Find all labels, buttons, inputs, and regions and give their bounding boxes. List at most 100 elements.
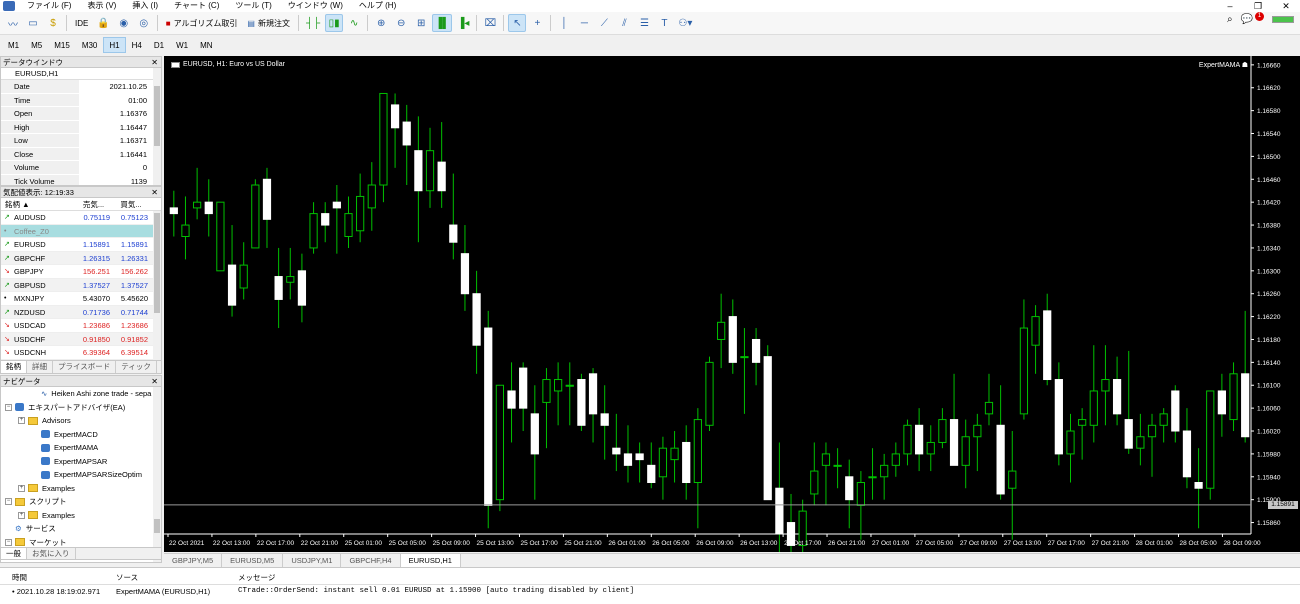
cursor-icon[interactable]: ↖ xyxy=(508,14,527,32)
close-icon[interactable]: ✕ xyxy=(151,57,158,68)
community-icon[interactable]: ◉ xyxy=(115,14,133,32)
menu-file[interactable]: ファイル (F) xyxy=(19,0,79,12)
expand-icon[interactable]: + xyxy=(18,484,25,492)
chart-tab[interactable]: EURUSD,H1 xyxy=(400,554,461,567)
navigator-item[interactable]: ⚙ サービス xyxy=(1,522,161,536)
restore-icon[interactable]: ❐ xyxy=(1244,0,1272,12)
column-ask[interactable]: 買気... xyxy=(112,198,150,210)
column-message[interactable]: メッセージ xyxy=(238,571,1300,584)
navigator-item[interactable]: ExpertMAMA xyxy=(1,441,161,455)
quote-row[interactable]: ↗ AUDUSD 0.75119 0.75123 xyxy=(1,211,161,225)
scrollbar[interactable] xyxy=(153,68,161,185)
tab-1[interactable]: 詳細 xyxy=(27,361,53,373)
nav-tab-1[interactable]: お気に入り xyxy=(27,548,76,559)
menu-help[interactable]: ヘルプ (H) xyxy=(351,0,404,12)
chart-type-icon[interactable]: 〰 xyxy=(4,14,22,32)
quote-row[interactable]: ↘ USDCHF 0.91850 0.91852 xyxy=(1,332,161,346)
gold-bar-icon[interactable]: $ xyxy=(44,14,62,32)
expand-icon[interactable]: − xyxy=(5,403,12,411)
navigator-item[interactable]: ExpertMACD xyxy=(1,428,161,442)
navigator-item[interactable]: ExpertMAPSARSizeOptim xyxy=(1,468,161,482)
close-icon[interactable]: ✕ xyxy=(151,187,158,198)
close-icon[interactable]: ✕ xyxy=(151,376,158,387)
horizontal-line-icon[interactable]: ─ xyxy=(575,14,593,32)
nav-tab-0[interactable]: 一般 xyxy=(1,548,27,559)
navigator-item[interactable]: − スクリプト xyxy=(1,495,161,509)
column-symbol[interactable]: 銘柄 ▲ xyxy=(1,198,75,210)
tile-windows-icon[interactable]: ⊞ xyxy=(412,14,430,32)
tab-3[interactable]: ティック xyxy=(116,361,157,373)
chart-tab[interactable]: GBPJPY,M5 xyxy=(164,554,223,567)
quote-row[interactable]: ↗ GBPUSD 1.37527 1.37527 xyxy=(1,278,161,292)
menu-tools[interactable]: ツール (T) xyxy=(227,0,279,12)
channel-icon[interactable]: ⫽ xyxy=(615,14,633,32)
quote-row[interactable]: ↘ USDCAD 1.23686 1.23686 xyxy=(1,319,161,333)
quote-row[interactable]: ↘ USDCNH 6.39364 6.39514 xyxy=(1,346,161,360)
chart-tab[interactable]: EURUSD,M5 xyxy=(222,554,284,567)
algo-trading-button[interactable]: ■ アルゴリズム取引 xyxy=(162,14,242,32)
quote-row[interactable]: ↗ GBPCHF 1.26315 1.26331 xyxy=(1,251,161,265)
search-icon[interactable]: ⌕ xyxy=(1227,14,1233,25)
price-chart[interactable]: 1.16660 1.16620 1.16580 1.16540 1.16500 1.164… xyxy=(164,56,1300,552)
expand-icon[interactable]: + xyxy=(18,417,25,425)
screenshot-icon[interactable]: ⌧ xyxy=(481,14,499,32)
bar-chart-icon[interactable]: ┤├ xyxy=(303,14,323,32)
menu-chart[interactable]: チャート (C) xyxy=(166,0,227,12)
navigator-item[interactable]: + Examples xyxy=(1,509,161,523)
quote-row[interactable]: • Coffee_Z0 xyxy=(1,224,161,238)
timeframe-m5[interactable]: M5 xyxy=(25,37,48,53)
timeframe-d1[interactable]: D1 xyxy=(148,37,170,53)
menu-insert[interactable]: 挿入 (I) xyxy=(124,0,166,12)
lock-icon[interactable]: 🔒 xyxy=(94,14,112,32)
column-time[interactable]: 時間 xyxy=(0,571,116,584)
tab-2[interactable]: プライスボード xyxy=(53,361,117,373)
timeframe-h4[interactable]: H4 xyxy=(126,37,148,53)
quote-row[interactable]: • MXNJPY 5.43070 5.45620 xyxy=(1,292,161,306)
quote-row[interactable]: ↘ GBPJPY 156.251 156.262 xyxy=(1,265,161,279)
close-icon[interactable]: ✕ xyxy=(1272,0,1300,12)
candlestick-icon[interactable]: ▯▮ xyxy=(325,14,344,32)
tab-0[interactable]: 銘柄 xyxy=(1,361,27,373)
timeframe-m30[interactable]: M30 xyxy=(76,37,104,53)
expand-icon[interactable]: − xyxy=(5,538,12,546)
timeframe-h1[interactable]: H1 xyxy=(103,37,126,53)
quote-row[interactable]: ↗ EURUSD 1.15891 1.15891 xyxy=(1,238,161,252)
new-order-button[interactable]: ▤ 新規注文 xyxy=(243,14,294,32)
scrollbar[interactable] xyxy=(153,211,161,360)
log-row[interactable]: • 2021.10.28 18:19:02.971 ExpertMAMA (EUR… xyxy=(0,585,1300,598)
navigator-item[interactable]: ∿ Heiken Ashi zone trade - sepa xyxy=(1,387,161,401)
signals-icon[interactable]: ◎ xyxy=(135,14,153,32)
zoom-in-icon[interactable]: ⊕ xyxy=(372,14,390,32)
shapes-icon[interactable]: ⚇▾ xyxy=(675,14,695,32)
trendline-icon[interactable]: ⟋ xyxy=(595,14,613,32)
timeframe-mn[interactable]: MN xyxy=(194,37,218,53)
chart-shift-icon[interactable]: ▐◂ xyxy=(454,14,472,32)
ide-button[interactable]: IDE xyxy=(71,14,92,32)
chart-tab[interactable]: USDJPY,M1 xyxy=(283,554,342,567)
text-icon[interactable]: T xyxy=(655,14,673,32)
quote-row[interactable]: ↗ NZDUSD 0.71736 0.71744 xyxy=(1,305,161,319)
menu-window[interactable]: ウインドウ (W) xyxy=(280,0,351,12)
auto-scroll-icon[interactable]: ▐▌ xyxy=(432,14,453,32)
zoom-out-icon[interactable]: ⊖ xyxy=(392,14,410,32)
scrollbar[interactable] xyxy=(153,387,161,562)
vertical-line-icon[interactable]: │ xyxy=(555,14,573,32)
profiles-icon[interactable]: ▭ xyxy=(24,14,42,32)
column-source[interactable]: ソース xyxy=(116,571,238,584)
line-chart-icon[interactable]: ∿ xyxy=(345,14,363,32)
navigator-item[interactable]: ExpertMAPSAR xyxy=(1,455,161,469)
column-bid[interactable]: 売気... xyxy=(75,198,112,210)
crosshair-icon[interactable]: + xyxy=(528,14,546,32)
menu-view[interactable]: 表示 (V) xyxy=(79,0,124,12)
timeframe-w1[interactable]: W1 xyxy=(170,37,194,53)
minimize-icon[interactable]: – xyxy=(1216,0,1244,12)
navigator-item[interactable]: + Examples xyxy=(1,482,161,496)
fibonacci-icon[interactable]: ☰ xyxy=(635,14,653,32)
notifications-icon[interactable]: 💬 xyxy=(1241,14,1253,25)
navigator-item[interactable]: + Advisors xyxy=(1,414,161,428)
timeframe-m15[interactable]: M15 xyxy=(48,37,76,53)
expand-icon[interactable]: + xyxy=(18,511,25,519)
timeframe-m1[interactable]: M1 xyxy=(2,37,25,53)
navigator-item[interactable]: − エキスパートアドバイザ(EA) xyxy=(1,401,161,415)
chart-tab[interactable]: GBPCHF,H4 xyxy=(341,554,401,567)
